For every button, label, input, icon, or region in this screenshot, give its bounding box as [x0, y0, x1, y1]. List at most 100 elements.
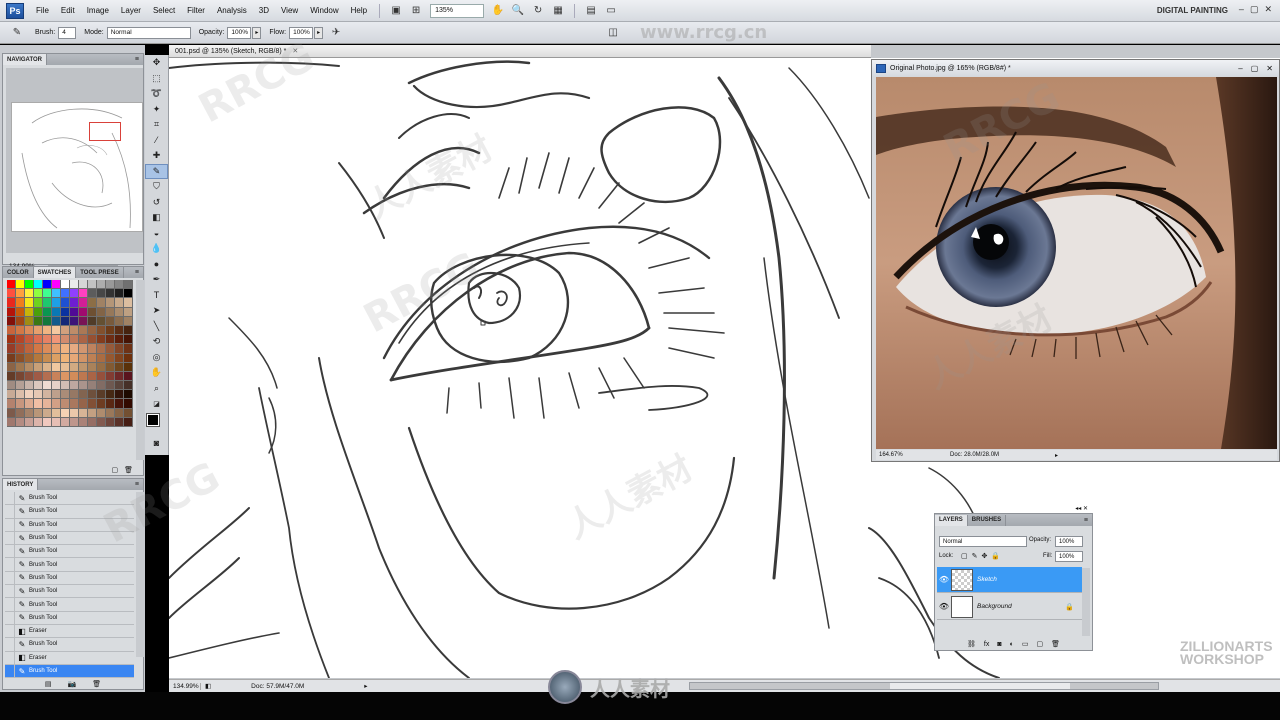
color-swatch[interactable] — [88, 371, 97, 382]
color-swatch[interactable] — [16, 408, 25, 418]
color-swatch[interactable] — [106, 408, 115, 418]
color-swatch[interactable] — [97, 408, 106, 418]
color-swatch[interactable] — [88, 417, 97, 427]
color-swatch[interactable] — [25, 417, 34, 427]
color-swatch[interactable] — [34, 289, 43, 299]
color-swatch[interactable] — [52, 399, 61, 409]
color-swatch[interactable] — [43, 381, 52, 391]
color-swatch[interactable] — [16, 381, 25, 391]
menu-filter[interactable]: Filter — [181, 6, 211, 15]
color-swatch[interactable] — [97, 381, 106, 391]
adjustment-layer-icon[interactable]: ◐ — [1010, 641, 1014, 648]
panel-menu-icon[interactable]: ≡ — [135, 56, 139, 63]
color-swatch[interactable] — [52, 344, 61, 354]
workspace-switcher[interactable]: DIGITAL PAINTING — [1157, 6, 1228, 15]
color-swatch[interactable] — [79, 307, 88, 317]
history-source-checkbox[interactable] — [5, 558, 15, 572]
color-swatch[interactable] — [106, 298, 115, 308]
color-swatch[interactable] — [106, 344, 115, 354]
color-swatch[interactable] — [79, 280, 88, 290]
color-swatch[interactable] — [61, 399, 70, 409]
color-swatch[interactable] — [106, 289, 115, 299]
status-arrow-icon[interactable]: ▸ — [1055, 452, 1058, 459]
marquee-tool-icon[interactable]: ⬚ — [145, 71, 168, 87]
color-swatch[interactable] — [88, 353, 97, 363]
color-swatch[interactable] — [97, 298, 106, 308]
history-state[interactable]: ✎ Brush Tool — [5, 531, 134, 546]
lock-pixels-icon[interactable]: ✎ — [972, 552, 978, 560]
menu-file[interactable]: File — [30, 6, 55, 15]
panel-menu-icon[interactable]: ≡ — [135, 481, 139, 488]
color-swatch[interactable] — [115, 417, 124, 427]
menu-layer[interactable]: Layer — [115, 6, 147, 15]
color-swatch[interactable] — [88, 390, 97, 400]
layers-scrollbar[interactable] — [1082, 568, 1090, 636]
color-swatch[interactable] — [7, 307, 16, 317]
color-swatch[interactable] — [124, 417, 133, 427]
color-swatch[interactable] — [106, 381, 115, 391]
color-swatch[interactable] — [52, 325, 61, 336]
close-icon[interactable]: ✕ — [1266, 64, 1273, 73]
color-swatch[interactable] — [52, 381, 61, 391]
new-group-icon[interactable]: ▭ — [1022, 640, 1029, 648]
color-swatch[interactable] — [106, 417, 115, 427]
color-swatch[interactable] — [106, 371, 115, 382]
color-swatch[interactable] — [106, 362, 115, 372]
color-swatch[interactable] — [124, 298, 133, 308]
lock-transparency-icon[interactable]: ▢ — [961, 552, 968, 560]
color-swatch[interactable] — [88, 381, 97, 391]
grid-icon[interactable]: ▦ — [551, 5, 565, 17]
flow-arrow-icon[interactable]: ▸ — [314, 26, 324, 39]
color-swatch[interactable] — [52, 353, 61, 363]
color-swatch[interactable] — [52, 316, 61, 326]
color-swatch[interactable] — [115, 316, 124, 326]
snapshot-icon[interactable]: 📷 — [68, 680, 77, 688]
color-swatch[interactable] — [115, 280, 124, 290]
color-swatch[interactable] — [7, 362, 16, 372]
color-swatch[interactable] — [88, 335, 97, 345]
color-swatch[interactable] — [79, 316, 88, 326]
color-swatch[interactable] — [25, 344, 34, 354]
close-icon[interactable]: ✕ — [292, 47, 298, 55]
status-icon[interactable]: ◧ — [205, 682, 211, 690]
history-brush-tool-icon[interactable]: ↺ — [145, 195, 168, 211]
color-swatch[interactable] — [124, 408, 133, 418]
color-swatch[interactable] — [7, 417, 16, 427]
screen-mode-icon[interactable]: ▭ — [604, 5, 618, 17]
new-swatch-icon[interactable]: ▢ — [111, 466, 118, 474]
color-swatch[interactable] — [61, 335, 70, 345]
color-swatch[interactable] — [16, 417, 25, 427]
color-swatch[interactable] — [34, 325, 43, 336]
color-swatch[interactable] — [43, 307, 52, 317]
color-swatch[interactable] — [7, 390, 16, 400]
document-tab[interactable]: 001.psd @ 135% (Sketch, RGB/8) * ✕ — [169, 45, 871, 58]
color-swatch[interactable] — [79, 381, 88, 391]
color-swatch[interactable] — [115, 381, 124, 391]
color-swatch[interactable] — [70, 408, 79, 418]
history-source-checkbox[interactable] — [5, 651, 15, 665]
color-swatch[interactable] — [61, 289, 70, 299]
history-source-checkbox[interactable] — [5, 544, 15, 558]
hand-tool-icon[interactable]: ✋ — [145, 365, 168, 381]
color-swatch[interactable] — [34, 371, 43, 382]
tab-tool-presets[interactable]: TOOL PRESE — [76, 267, 124, 278]
color-swatch[interactable] — [115, 289, 124, 299]
color-swatch[interactable] — [79, 298, 88, 308]
color-swatch[interactable] — [70, 335, 79, 345]
lock-position-icon[interactable]: ✥ — [982, 552, 988, 560]
color-swatch[interactable] — [70, 362, 79, 372]
color-swatch[interactable] — [16, 353, 25, 363]
color-swatch[interactable] — [97, 280, 106, 290]
color-swatch[interactable] — [61, 362, 70, 372]
pen-tool-icon[interactable]: ✒ — [145, 272, 168, 288]
eye-reference-photo[interactable] — [876, 77, 1277, 449]
dodge-tool-icon[interactable]: ● — [145, 257, 168, 273]
color-swatch[interactable] — [79, 362, 88, 372]
color-swatch[interactable] — [124, 280, 133, 290]
menu-image[interactable]: Image — [81, 6, 115, 15]
color-swatch[interactable] — [79, 390, 88, 400]
history-source-checkbox[interactable] — [5, 624, 15, 638]
menu-window[interactable]: Window — [304, 6, 344, 15]
menu-view[interactable]: View — [275, 6, 304, 15]
color-swatch[interactable] — [97, 289, 106, 299]
